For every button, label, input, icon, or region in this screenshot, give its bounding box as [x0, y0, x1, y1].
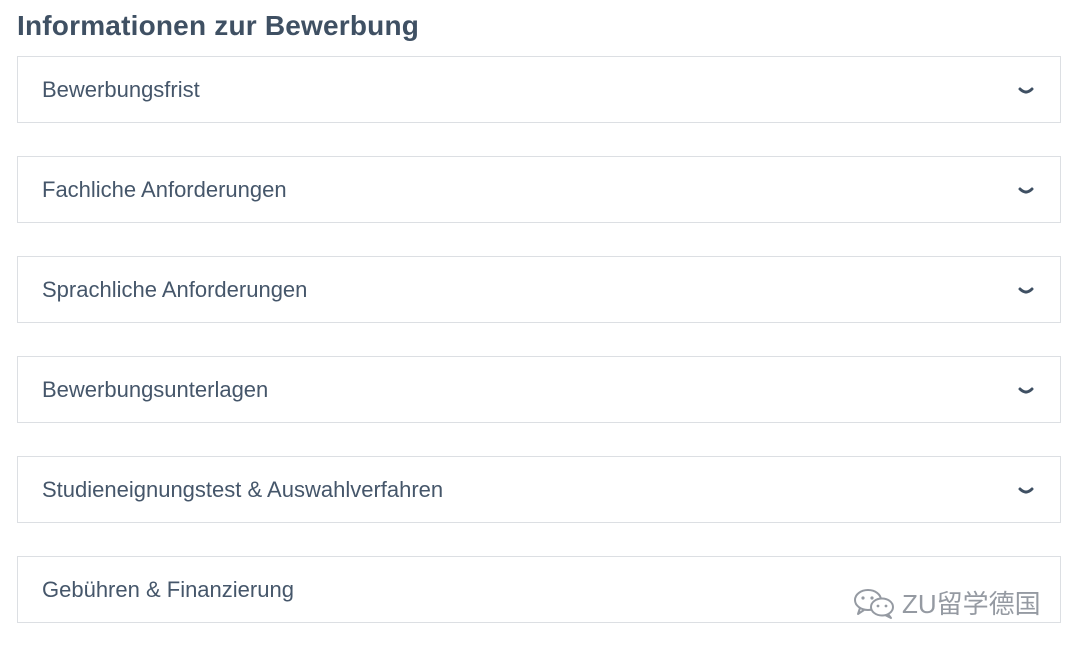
watermark-text: ZU留学德国 — [902, 589, 1041, 619]
accordion-item-bewerbungsfrist[interactable]: Bewerbungsfrist — [17, 56, 1061, 123]
accordion-item-label: Sprachliche Anforderungen — [42, 276, 308, 302]
accordion-item-label: Gebühren & Finanzierung — [42, 576, 294, 602]
chevron-down-icon[interactable] — [1016, 282, 1036, 302]
accordion-item-label: Bewerbungsfrist — [42, 76, 200, 102]
wechat-icon — [852, 587, 896, 619]
accordion-item-studieneignungstest[interactable]: Studieneignungstest & Auswahlverfahren — [17, 456, 1061, 523]
accordion-item-fachliche-anforderungen[interactable]: Fachliche Anforderungen — [17, 156, 1061, 223]
accordion-item-label: Bewerbungsunterlagen — [42, 376, 269, 402]
application-info-accordion: Bewerbungsfrist Fachliche Anforderungen … — [17, 56, 1061, 648]
accordion-item-label: Studieneignungstest & Auswahlverfahren — [42, 476, 444, 502]
chevron-down-icon[interactable] — [1016, 482, 1036, 502]
page-title: Informationen zur Bewerbung — [17, 10, 420, 41]
chevron-down-icon[interactable] — [1016, 182, 1036, 202]
watermark: ZU留学德国 — [852, 584, 1041, 621]
chevron-down-icon[interactable] — [1016, 82, 1036, 102]
accordion-item-bewerbungsunterlagen[interactable]: Bewerbungsunterlagen — [17, 356, 1061, 423]
chevron-down-icon[interactable] — [1016, 382, 1036, 402]
accordion-item-label: Fachliche Anforderungen — [42, 176, 287, 202]
accordion-item-sprachliche-anforderungen[interactable]: Sprachliche Anforderungen — [17, 256, 1061, 323]
